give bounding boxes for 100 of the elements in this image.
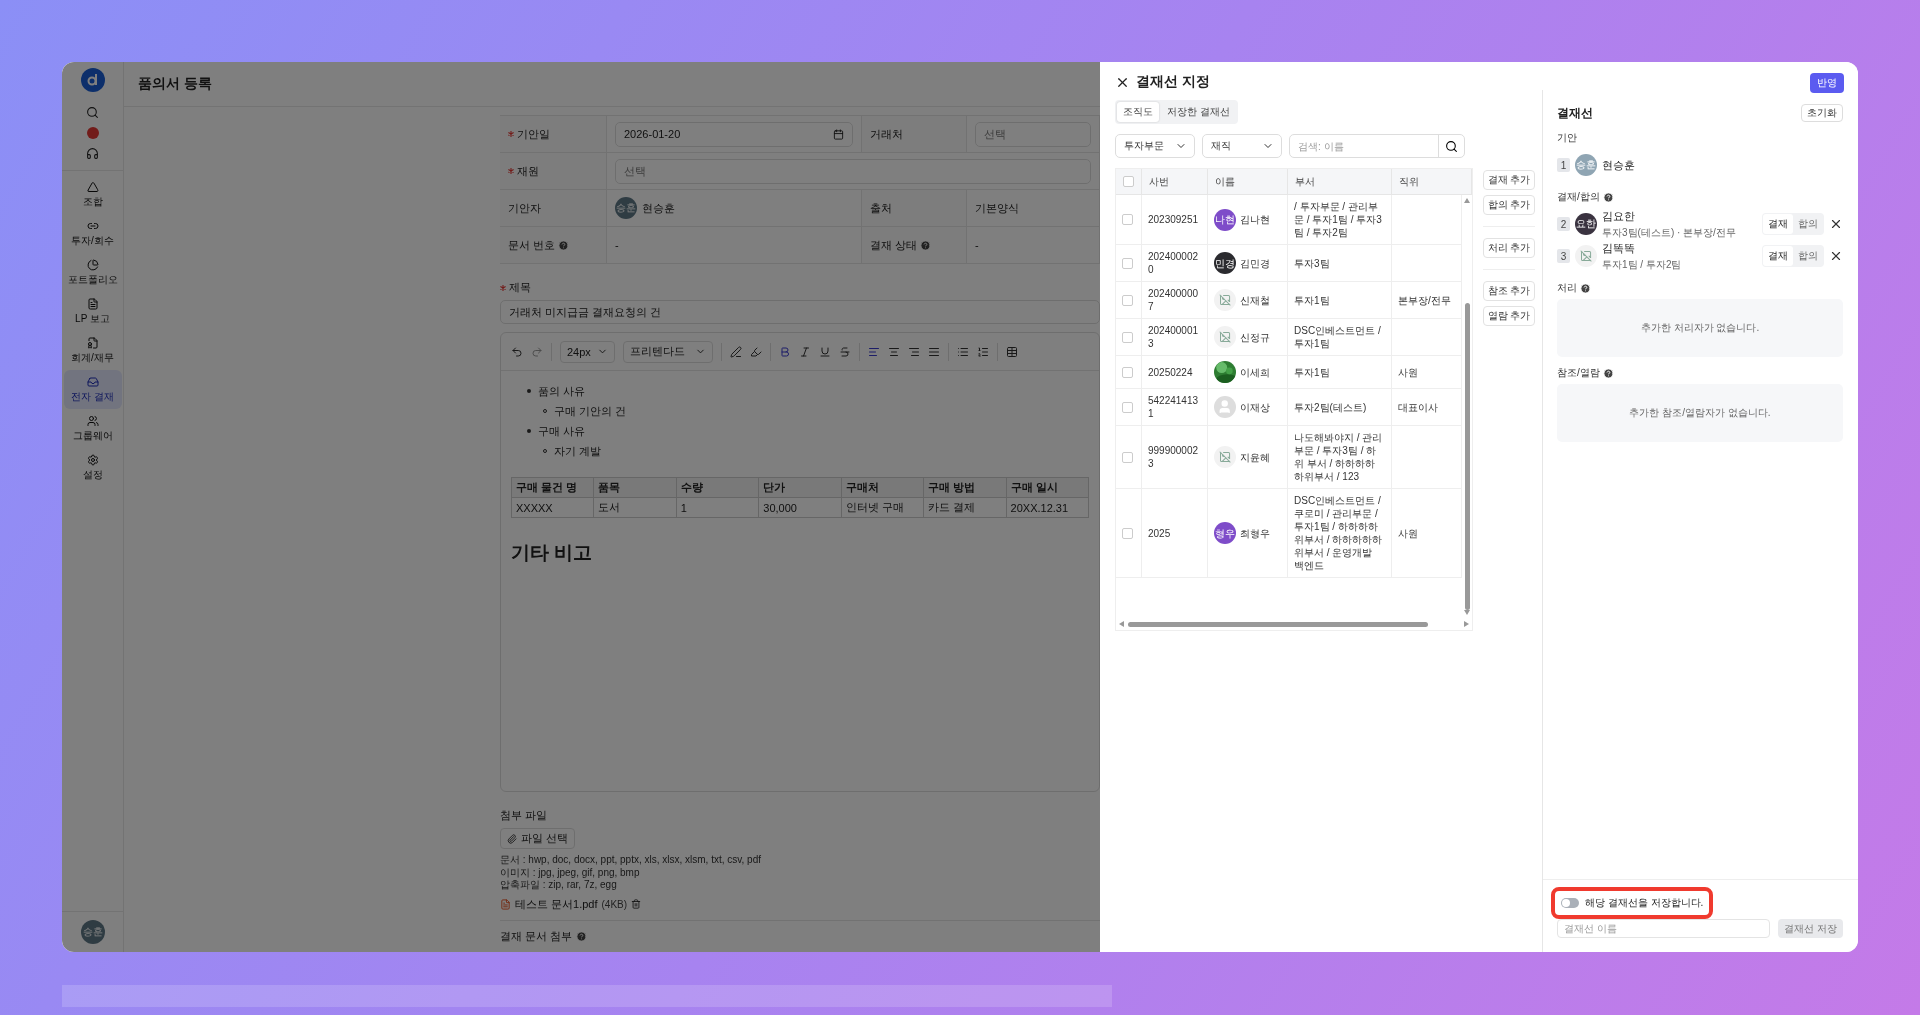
name-field[interactable]: 결재선 이름 [1557,919,1771,938]
tab[interactable]: 조직도 [1117,102,1159,122]
toggle-switch[interactable] [1561,898,1579,908]
sidebar-item[interactable]: 전자 결재 [63,370,122,409]
reset-button[interactable]: 초기화 [1801,104,1843,122]
department-select[interactable]: 투자부문 [1115,134,1195,158]
table-cell: 나도해봐야지 / 관리부문 / 투자3팀 / 하위 부서 / 하하하하하위부서 / 123 [1288,426,1392,489]
font-size-select[interactable]: 24px [560,340,615,363]
required-icon [508,168,514,174]
sidebar-item[interactable]: LP 보고 [63,292,122,331]
settings-icon [86,453,99,466]
required-icon [500,284,506,291]
person-name: 이재상 [1240,400,1270,414]
notification-icon[interactable] [86,127,99,139]
add-button[interactable]: 합의 추가 [1483,195,1535,215]
sidebar-item[interactable]: 포트폴리오 [63,253,122,292]
bullet-icon [527,389,531,393]
calendar-icon [833,128,844,140]
add-button[interactable]: 결재 추가 [1483,170,1535,190]
type-option[interactable]: 결재 [1763,246,1793,266]
table-icon [1005,345,1018,358]
checkbox[interactable] [1122,294,1133,306]
sidebar-item[interactable]: 조합 [63,175,122,214]
column-header: 직위 [1392,169,1472,195]
select-field[interactable]: 선택 [615,158,1091,184]
checkbox[interactable] [1122,331,1133,343]
table-cell: 2024000007 [1142,282,1208,319]
table-header: 구매처 [841,478,925,498]
pie-chart-icon [86,258,99,271]
subject-field[interactable]: 거래처 미지급금 결재요청의 건 [500,300,1100,324]
checkbox[interactable] [1123,176,1134,187]
panel-title: 결재선 [1557,104,1593,122]
table-cell: 인터넷 구매 [841,498,925,518]
sidebar-item[interactable]: 투자/회수 [63,214,122,253]
avatar: 요한 [1575,213,1597,235]
broken-image-icon [1575,245,1597,267]
type-option[interactable]: 합의 [1793,214,1823,234]
help-icon [920,239,932,251]
triangle-icon [86,180,99,193]
broken-image-icon [1214,289,1236,311]
search-input[interactable]: 검색: 이름 [1290,135,1438,157]
add-button[interactable]: 열람 추가 [1483,306,1535,326]
file-name[interactable]: 테스트 문서1.pdf [515,896,598,912]
add-button[interactable]: 처리 추가 [1483,238,1535,258]
search-field[interactable]: 검색: 이름 [1289,134,1465,158]
checkbox[interactable] [1122,401,1133,413]
avatar: 민경 [1214,252,1236,274]
hint-text: 압축파일 : zip, rar, 7z, egg [500,879,618,892]
table-header: 구매 방법 [924,478,1007,498]
file-select-button[interactable]: 파일 선택 [500,828,576,849]
align-justify-icon [927,345,940,358]
help-icon [1602,367,1614,379]
checkbox[interactable] [1122,366,1133,378]
table-cell: 2024000020 [1142,245,1208,282]
heading: 기타 비고 [511,541,594,565]
headset-icon [86,147,99,160]
apply-button[interactable]: 반영 [1810,73,1844,93]
person-name: 현승훈 [1602,157,1636,173]
checkbox[interactable] [1122,214,1133,225]
table-header: 품목 [594,478,677,498]
date-field[interactable]: 2026-01-20 [615,121,853,147]
status-select[interactable]: 재직 [1202,134,1282,158]
hint-text: 이미지 : jpg, jpeg, gif, png, bmp [500,866,641,879]
user-avatar[interactable]: 승훈 [80,920,105,944]
section-title: 기안 [1557,131,1577,145]
remove-icon[interactable] [1829,217,1843,231]
column-header: 이름 [1208,169,1288,195]
table-cell: 대표이사 [1392,389,1462,426]
tab[interactable]: 저장한 결재선 [1161,102,1236,122]
checkbox[interactable] [1122,527,1133,539]
person-detail: 투자1팀 / 투자2팀 [1602,257,1683,272]
checkbox[interactable] [1122,257,1133,269]
person-name: 김요한 [1602,208,1636,224]
empty-message: 추가한 참조/열람자가 없습니다. [1557,384,1843,442]
section-title: 결재/합의 [1557,190,1614,204]
checkbox[interactable] [1122,451,1133,463]
font-select[interactable]: 프리텐다드 [622,340,713,363]
add-button[interactable]: 참조 추가 [1483,281,1535,301]
select-field[interactable]: 선택 [975,121,1091,147]
app-logo[interactable] [80,68,105,92]
table-cell: 9999000023 [1142,426,1208,489]
remove-icon[interactable] [1829,249,1843,263]
search-icon [86,106,99,119]
bullet-list-icon [956,345,969,358]
table-cell: 투자2팀(테스트) [1288,389,1392,426]
document-badge-icon [86,336,99,349]
sidebar-item[interactable]: 설정 [63,448,122,487]
column-header: 사번 [1142,169,1208,195]
section-label: 결재 문서 첨부 [500,928,588,944]
help-icon [576,930,588,942]
type-option[interactable]: 합의 [1793,246,1823,266]
type-option[interactable]: 결재 [1763,214,1793,234]
field-label: 제목 [500,280,531,295]
scrollbar[interactable] [62,985,1112,1007]
undo-icon [511,345,523,358]
sidebar-item[interactable]: 그룹웨어 [63,409,122,448]
person-name: 최형우 [1240,526,1270,540]
sidebar-item[interactable]: 회계/재무 [63,331,122,370]
table-cell: 투자3팀 [1288,245,1392,282]
align-right-icon [907,345,920,358]
